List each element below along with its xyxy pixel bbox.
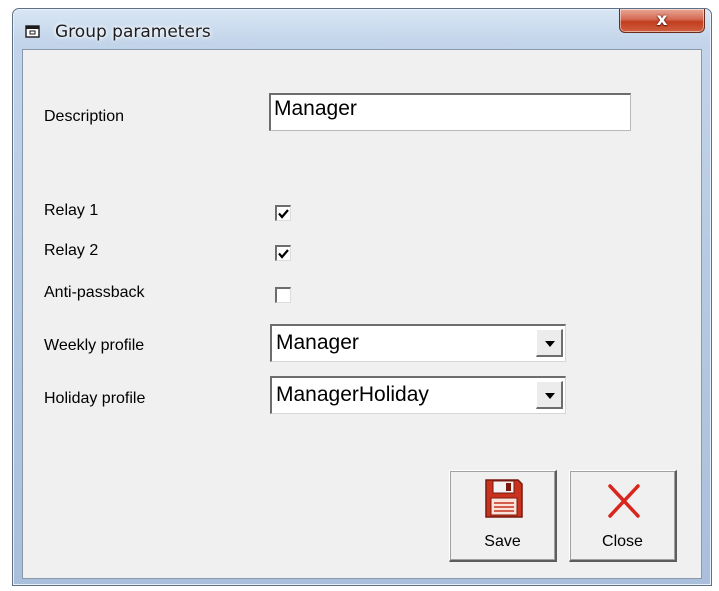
- window-title: Group parameters: [55, 22, 211, 42]
- antipassback-checkbox[interactable]: [275, 287, 291, 303]
- weekly-profile-dropdown-button[interactable]: [536, 329, 563, 357]
- chevron-down-icon: [545, 341, 555, 347]
- floppy-disk-icon: [484, 477, 524, 523]
- checkmark-icon: [278, 209, 289, 219]
- weekly-profile-label: Weekly profile: [44, 337, 145, 354]
- red-x-icon: [606, 483, 642, 523]
- window-close-button[interactable]: x: [619, 9, 705, 33]
- close-button[interactable]: Close: [569, 470, 677, 562]
- relay1-label: Relay 1: [44, 202, 99, 219]
- description-label: Description: [44, 108, 125, 125]
- window-icon: [25, 23, 41, 38]
- holiday-profile-label: Holiday profile: [44, 390, 146, 407]
- relay2-checkbox[interactable]: [275, 245, 291, 261]
- description-input[interactable]: Manager: [269, 93, 631, 131]
- holiday-profile-value: ManagerHoliday: [276, 383, 429, 406]
- checkmark-icon: [278, 249, 289, 259]
- antipassback-label: Anti-passback: [44, 284, 145, 301]
- chevron-down-icon: [545, 393, 555, 399]
- save-label: Save: [484, 533, 521, 550]
- description-value: Manager: [274, 97, 357, 120]
- close-icon: x: [656, 10, 668, 30]
- form-panel: Description Manager Relay 1 Relay 2 Anti…: [22, 49, 702, 579]
- relay2-label: Relay 2: [44, 242, 99, 259]
- weekly-profile-value: Manager: [276, 331, 359, 354]
- holiday-profile-select[interactable]: ManagerHoliday: [270, 376, 566, 414]
- title-bar[interactable]: Group parameters x: [13, 9, 711, 49]
- holiday-profile-dropdown-button[interactable]: [536, 381, 563, 409]
- dialog-window: Group parameters x Description Manager R…: [12, 8, 712, 586]
- weekly-profile-select[interactable]: Manager: [270, 324, 566, 362]
- close-label: Close: [602, 533, 643, 550]
- relay1-checkbox[interactable]: [275, 205, 291, 221]
- save-button[interactable]: Save: [449, 470, 557, 562]
